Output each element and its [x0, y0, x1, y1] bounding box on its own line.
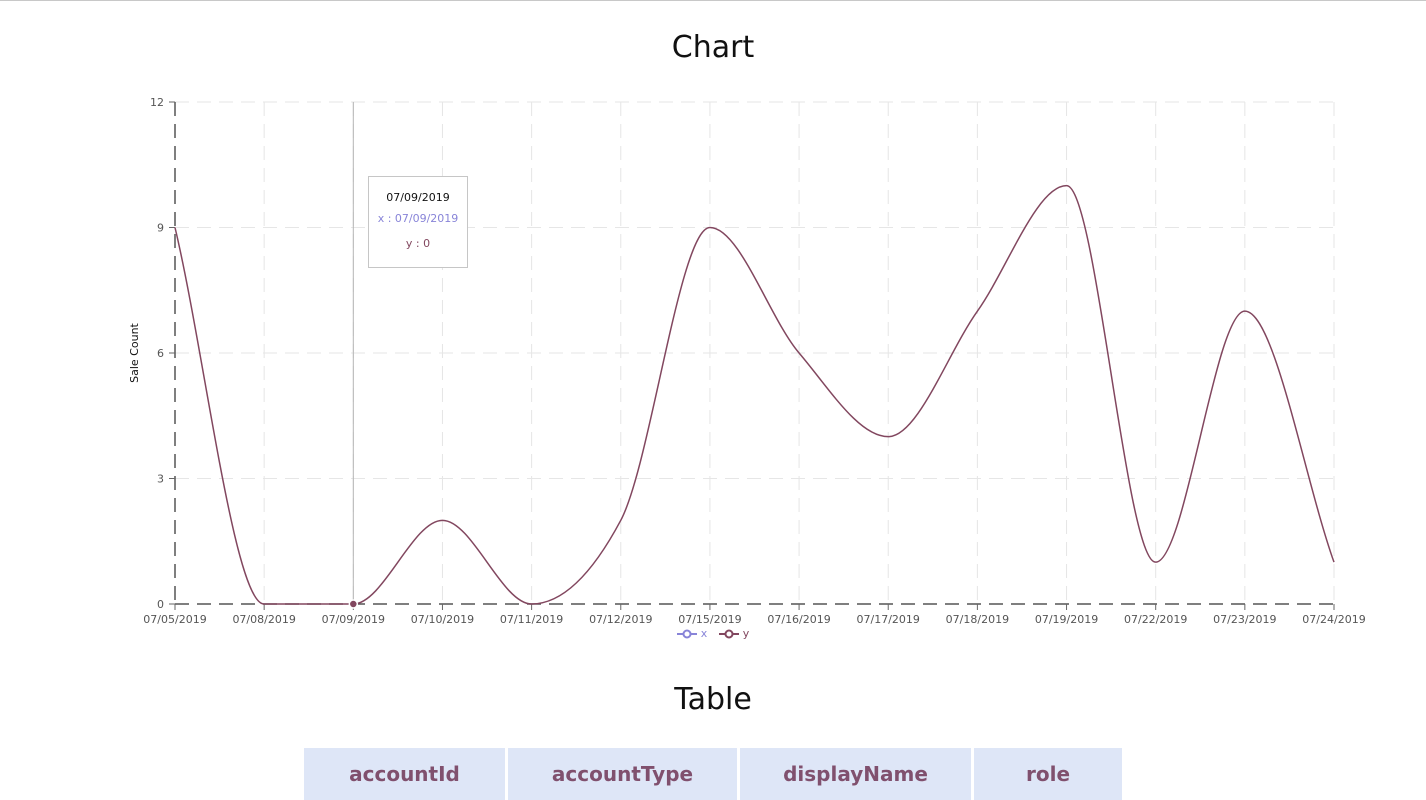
y-axis-ticks: 0 3 6 9 12 [150, 96, 175, 611]
y-tick-label: 3 [157, 473, 164, 486]
x-tick-label: 07/09/2019 [322, 613, 385, 626]
x-tick-label: 07/22/2019 [1124, 613, 1187, 626]
x-tick-label: 07/10/2019 [411, 613, 474, 626]
legend-line-icon [718, 629, 739, 638]
legend-label-x: x [700, 627, 708, 640]
chart-legend: x y [0, 627, 1426, 642]
chart-tooltip: 07/09/2019 x : 07/09/2019 y : 0 [368, 176, 468, 268]
x-tick-label: 07/24/2019 [1302, 613, 1365, 626]
x-tick-label: 07/23/2019 [1213, 613, 1276, 626]
x-tick-label: 07/16/2019 [767, 613, 830, 626]
x-tick-label: 07/11/2019 [500, 613, 563, 626]
column-header-role[interactable]: role [974, 748, 1122, 800]
y-axis-label: Sale Count [128, 322, 141, 382]
x-tick-label: 07/18/2019 [946, 613, 1009, 626]
x-tick-label: 07/05/2019 [143, 613, 206, 626]
series-lines [174, 184, 1335, 605]
column-header-display-name[interactable]: displayName [740, 748, 971, 800]
table-section-title: Table [674, 682, 752, 717]
column-header-account-type[interactable]: accountType [508, 748, 737, 800]
y-tick-label: 6 [157, 347, 164, 360]
chart-grid [174, 101, 1335, 605]
data-table: accountId accountType displayName role [301, 748, 1125, 800]
y-tick-label: 9 [157, 222, 164, 235]
legend-label-y: y [742, 627, 750, 640]
table-header-row: accountId accountType displayName role [304, 748, 1122, 800]
x-tick-label: 07/15/2019 [678, 613, 741, 626]
legend-line-icon [676, 629, 697, 638]
active-data-point[interactable] [348, 599, 359, 609]
legend-item-y[interactable]: y [718, 627, 750, 640]
legend-item-x[interactable]: x [676, 627, 708, 640]
column-header-account-id[interactable]: accountId [304, 748, 505, 800]
tooltip-y-value: y : 0 [405, 237, 431, 250]
x-tick-label: 07/12/2019 [589, 613, 652, 626]
line-chart[interactable]: 036912 07/05/2019 07/08/2019 07/09/2019 07/… [0, 0, 1426, 660]
x-axis-ticks: 07/05/2019 07/08/2019 07/09/2019 07/10/2019… [143, 604, 1366, 626]
y-tick-label: 0 [157, 598, 164, 611]
tooltip-x-value: x : 07/09/2019 [377, 212, 459, 225]
x-tick-label: 07/19/2019 [1035, 613, 1098, 626]
x-tick-label: 07/08/2019 [232, 613, 295, 626]
tooltip-label: 07/09/2019 [386, 191, 450, 204]
x-tick-label: 07/17/2019 [857, 613, 920, 626]
series-line-y [174, 184, 1335, 605]
y-tick-label: 12 [150, 96, 164, 109]
